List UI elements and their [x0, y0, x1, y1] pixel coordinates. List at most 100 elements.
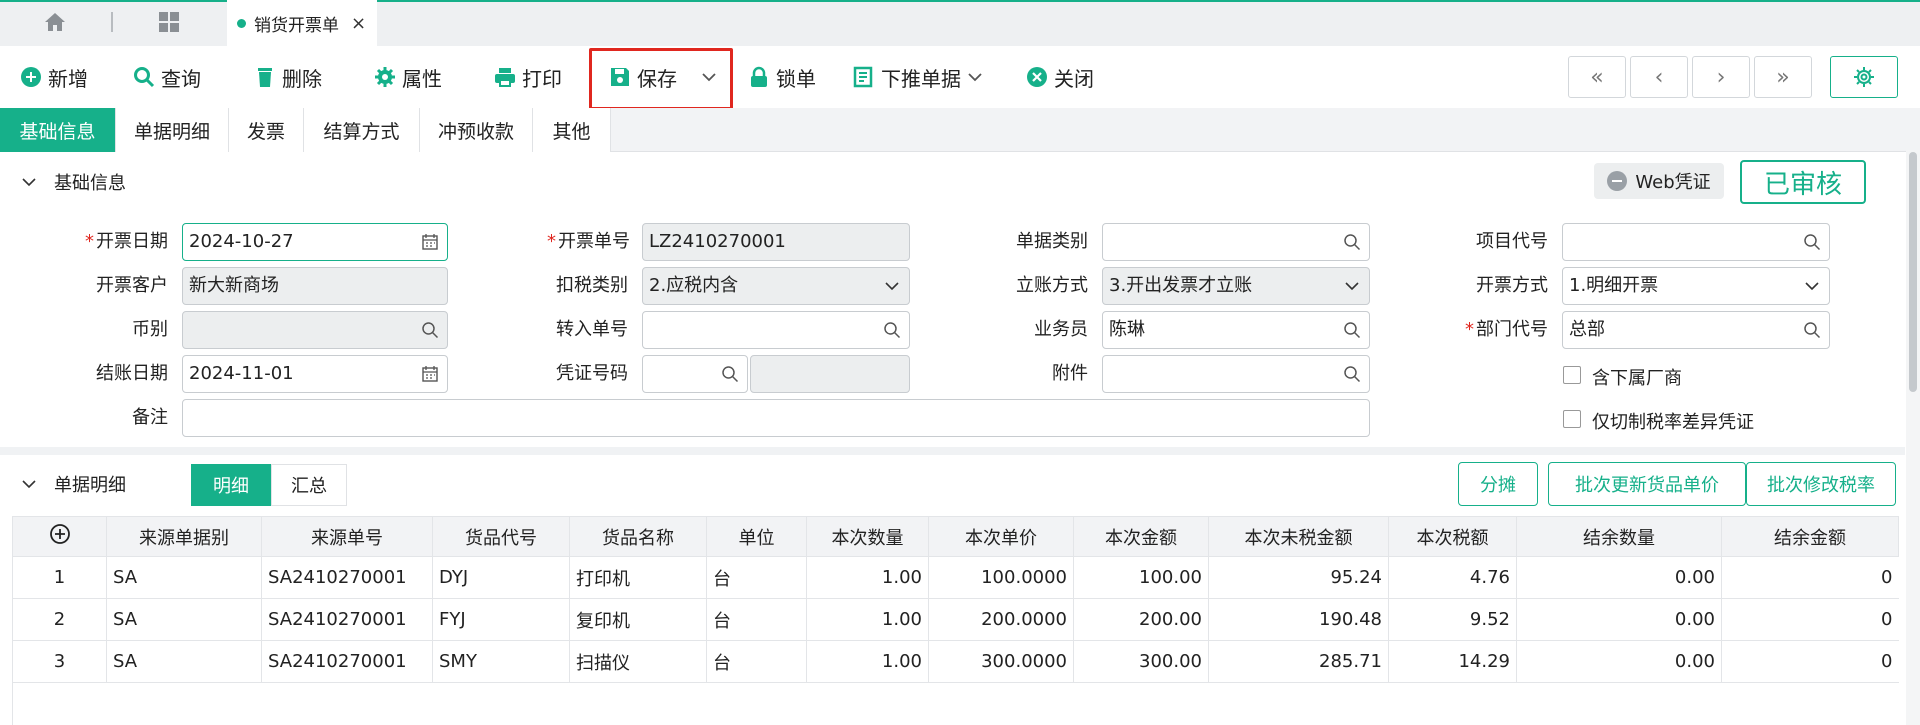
chevron-down-icon[interactable] — [967, 69, 983, 85]
currency-field[interactable] — [182, 311, 448, 349]
col-header[interactable]: 本次数量 — [806, 516, 929, 557]
prev-record-button[interactable]: ‹ — [1630, 56, 1688, 98]
web-voucher-button[interactable]: Web凭证 — [1594, 163, 1724, 199]
col-header[interactable]: 本次金额 — [1073, 516, 1209, 557]
delete-button[interactable]: 删除 — [254, 46, 322, 108]
home-icon — [45, 13, 65, 31]
close-icon[interactable]: × — [351, 13, 366, 34]
section-title: 单据明细 — [54, 475, 126, 496]
invoice-no-label: 开票单号 — [500, 224, 630, 260]
tab-doc-detail[interactable]: 单据明细 — [116, 108, 229, 152]
col-header[interactable]: 本次未税金额 — [1208, 516, 1389, 557]
customer-label: 开票客户 — [96, 275, 168, 296]
search-icon[interactable] — [1343, 321, 1361, 339]
tax-type-label: 扣税类别 — [556, 275, 628, 296]
search-icon[interactable] — [1343, 233, 1361, 251]
printer-icon — [495, 68, 515, 87]
close-date-field[interactable]: 2024-11-01 — [182, 355, 448, 393]
calendar-icon[interactable] — [421, 365, 439, 383]
detail-view-toggle[interactable]: 明细 — [191, 464, 271, 506]
chevron-down-icon[interactable] — [701, 69, 717, 85]
scrollbar-thumb[interactable] — [1909, 152, 1917, 392]
query-button[interactable]: 查询 — [133, 46, 201, 108]
properties-button[interactable]: 属性 — [374, 46, 442, 108]
minus-circle-icon — [1607, 171, 1628, 191]
print-button[interactable]: 打印 — [494, 46, 562, 108]
salesman-field[interactable]: 陈琳 — [1102, 311, 1370, 349]
apps-tab[interactable] — [113, 0, 225, 44]
search-icon[interactable] — [1343, 365, 1361, 383]
add-row-button[interactable] — [12, 516, 107, 557]
tab-basic-info[interactable]: 基础信息 — [0, 108, 116, 152]
tab-other[interactable]: 其他 — [533, 108, 611, 152]
remark-label: 备注 — [132, 407, 168, 428]
tab-settlement[interactable]: 结算方式 — [304, 108, 420, 152]
dept-label: 部门代号 — [1418, 312, 1548, 348]
tab-prepayment[interactable]: 冲预收款 — [420, 108, 533, 152]
col-header[interactable]: 单位 — [706, 516, 807, 557]
home-tab[interactable] — [0, 0, 110, 44]
push-down-button[interactable]: 下推单据 — [853, 46, 983, 108]
remark-field[interactable] — [182, 399, 1370, 437]
chevron-down-icon — [885, 282, 899, 291]
batch-update-tax-button[interactable]: 批次修改税率 — [1746, 462, 1896, 506]
include-sub-vendor-checkbox[interactable] — [1563, 366, 1581, 384]
first-record-button[interactable]: « — [1568, 56, 1626, 98]
allocate-button[interactable]: 分摊 — [1458, 462, 1538, 506]
basic-info-header[interactable]: 基础信息 — [0, 154, 126, 210]
col-header[interactable]: 货品名称 — [569, 516, 707, 557]
document-list-icon — [853, 66, 873, 88]
col-header[interactable]: 本次税额 — [1388, 516, 1517, 557]
dept-field[interactable]: 总部 — [1562, 311, 1830, 349]
search-icon[interactable] — [883, 321, 901, 339]
doc-detail-header[interactable]: 单据明细 — [0, 456, 126, 512]
doc-tab-label: 销货开票单 — [254, 15, 339, 36]
table-row[interactable]: 1 SA SA2410270001 DYJ 打印机 台 1.00 100.000… — [12, 556, 1899, 599]
batch-update-price-button[interactable]: 批次更新货品单价 — [1548, 462, 1746, 506]
summary-view-toggle[interactable]: 汇总 — [271, 464, 347, 506]
transfer-no-label: 转入单号 — [556, 319, 628, 340]
col-header[interactable]: 结余数量 — [1516, 516, 1722, 557]
voucher-display-field — [750, 355, 910, 393]
active-dot-icon — [237, 18, 246, 28]
calendar-icon[interactable] — [421, 233, 439, 251]
search-icon[interactable] — [1803, 233, 1821, 251]
attachment-field[interactable] — [1102, 355, 1370, 393]
project-field[interactable] — [1562, 223, 1830, 261]
lock-button[interactable]: 锁单 — [748, 46, 816, 108]
col-header[interactable]: 货品代号 — [432, 516, 570, 557]
close-button[interactable]: 关闭 — [1026, 46, 1094, 108]
invoice-mode-select[interactable]: 1.明细开票 — [1562, 267, 1830, 305]
close-circle-icon — [1027, 67, 1047, 87]
tax-type-select[interactable]: 2.应税内含 — [642, 267, 910, 305]
col-header[interactable]: 来源单号 — [261, 516, 433, 557]
invoice-date-field[interactable]: 2024-10-27 — [182, 223, 448, 261]
last-record-button[interactable]: » — [1754, 56, 1812, 98]
search-icon[interactable] — [721, 365, 739, 383]
transfer-no-field[interactable] — [642, 311, 910, 349]
search-icon[interactable] — [1803, 321, 1821, 339]
next-record-button[interactable]: › — [1692, 56, 1750, 98]
grid-icon — [159, 12, 179, 32]
voucher-no-field[interactable] — [642, 355, 748, 393]
account-mode-select[interactable]: 3.开出发票才立账 — [1102, 267, 1370, 305]
save-button[interactable]: 保存 — [609, 46, 717, 108]
invoice-no-field: LZ2410270001 — [642, 223, 910, 261]
table-row[interactable]: 3 SA SA2410270001 SMY 扫描仪 台 1.00 300.000… — [12, 640, 1899, 683]
tax-diff-voucher-label: 仅切制税率差异凭证 — [1592, 412, 1754, 433]
doc-type-field[interactable] — [1102, 223, 1370, 261]
add-button[interactable]: 新增 — [20, 46, 88, 108]
include-sub-vendor-label: 含下属厂商 — [1592, 368, 1682, 389]
account-mode-label: 立账方式 — [1016, 275, 1088, 296]
tab-invoice[interactable]: 发票 — [229, 108, 304, 152]
voucher-no-label: 凭证号码 — [556, 363, 628, 384]
doc-tab-sales-invoice[interactable]: 销货开票单 × — [227, 0, 377, 46]
settings-button[interactable] — [1830, 56, 1898, 98]
col-header[interactable]: 结余金额 — [1721, 516, 1899, 557]
col-header[interactable]: 本次单价 — [928, 516, 1074, 557]
search-icon[interactable] — [421, 321, 439, 339]
table-row[interactable]: 2 SA SA2410270001 FYJ 复印机 台 1.00 200.000… — [12, 598, 1899, 641]
col-header[interactable]: 来源单据别 — [106, 516, 262, 557]
lock-icon — [751, 66, 767, 87]
tax-diff-voucher-checkbox[interactable] — [1563, 410, 1581, 428]
